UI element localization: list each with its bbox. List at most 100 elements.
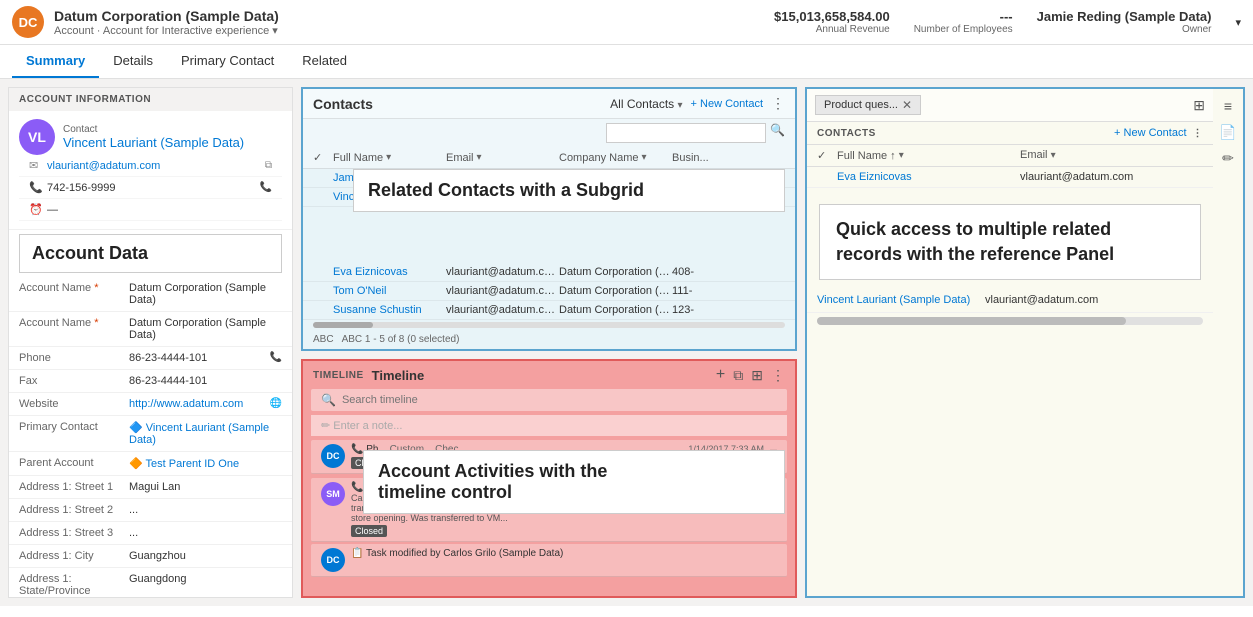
company-info: Datum Corporation (Sample Data) Account … [54,8,279,37]
col-biz[interactable]: Busin... [672,151,785,164]
field-phone: Phone 86-23-4444-101 📞 [9,347,292,370]
phone-action-icon[interactable]: 📞 [260,182,272,193]
nav-tabs: Summary Details Primary Contact Related [0,45,1253,79]
ref-table-row: Eva Eiznicovas vlauriant@adatum.com [807,167,1213,188]
contact-details: Contact Vincent Lauriant (Sample Data) [63,124,244,150]
owner-label: Owner [1182,24,1211,35]
clock-icon: ⏰ [29,203,47,216]
contact-extra-row: ⏰ — [19,199,282,221]
side-icon-list[interactable]: ≡ [1217,95,1239,117]
ref-col-fullname[interactable]: Full Name ↑ ▾ [837,149,1020,162]
timeline-more-icon[interactable]: ⋮ [771,367,785,384]
ti-badge-2: Closed [351,525,387,537]
ti-avatar-sm: SM [321,482,345,506]
field-primary-contact: Primary Contact 🔷 Vincent Lauriant (Samp… [9,416,292,452]
ref-contacts-actions: + New Contact ⋮ [1114,127,1203,139]
contact-extra: — [47,204,272,216]
contacts-toolbar: Contacts All Contacts ▾ + New Contact ⋮ [303,89,795,119]
tab-related[interactable]: Related [288,45,361,78]
ti-title-2: 📞 Ph... [351,482,682,493]
email-action-icon[interactable]: ⧉ [265,160,272,171]
company-avatar: DC [12,6,44,38]
timeline-search-bar: 🔍 [311,389,787,411]
ref-check-col: ✓ [817,149,837,162]
contact-phone: 742-156-9999 [47,182,260,194]
employees-stat: --- Number of Employees [914,9,1013,35]
check-col-header: ✓ [313,151,333,164]
col-email[interactable]: Email ▾ [446,151,559,164]
reference-callout: Quick access to multiple relatedrecords … [819,204,1201,280]
dropdown-icon[interactable]: ▾ [272,25,278,37]
timeline-toolbar: + ⧉ ⊞ ⋮ [716,366,785,384]
ref-tag-close-icon[interactable]: ✕ [902,98,912,112]
side-icon-edit[interactable]: ✏ [1217,147,1239,169]
ti-avatar-dc: DC [321,444,345,468]
ref-grid-view-icon[interactable]: ⊞ [1193,97,1205,114]
field-account-name-1: Account Name * Datum Corporation (Sample… [9,277,292,312]
field-account-name-2: Account Name * Datum Corporation (Sample… [9,312,292,347]
ref-detail-email: vlauriant@adatum.com [985,294,1203,306]
new-contact-button[interactable]: + New Contact [691,98,763,110]
ref-new-contact-button[interactable]: + New Contact [1114,127,1186,139]
contacts-grid-body: James... +96- Vince... 742- Related Cont… [303,169,795,320]
email-icon: ✉ [29,159,47,172]
tab-details[interactable]: Details [99,45,167,78]
ref-scrollbar[interactable] [817,317,1203,325]
filter-icon[interactable]: ⧉ [733,367,743,384]
ref-tag-product[interactable]: Product ques... ✕ [815,95,921,115]
phone-field-icon[interactable]: 📞 [270,352,282,364]
ti-content-3: 📋 Task modified by Carlos Grilo (Sample … [351,548,771,572]
main-content: ACCOUNT INFORMATION VL Contact Vincent L… [0,79,1253,606]
header-dropdown-icon[interactable]: ▾ [1235,16,1241,29]
account-fields: Account Name * Datum Corporation (Sample… [9,277,292,598]
contacts-filter[interactable]: Contacts [313,96,373,112]
field-street1: Address 1: Street 1 Magui Lan [9,476,292,499]
ref-detail-row: Vincent Lauriant (Sample Data) vlauriant… [807,288,1213,313]
timeline-search-input[interactable] [342,394,777,406]
contacts-footer: ABC ABC 1 - 5 of 8 (0 selected) [303,330,795,349]
ref-contact-name[interactable]: Eva Eiznicovas [837,171,1020,183]
ti-content-1: 📞 Ph... Custom... Chec... Closed ...emai… [351,444,682,469]
field-city: Address 1: City Guangzhou [9,545,292,568]
contacts-scrollbar[interactable] [313,322,785,328]
contacts-more-icon[interactable]: ⋮ [771,95,785,112]
all-contacts-filter[interactable]: All Contacts ▾ [610,97,682,111]
ti-expand-icon-2[interactable]: ▾ [770,482,777,537]
add-icon[interactable]: + [716,366,725,384]
ref-section-label: CONTACTS [817,128,876,139]
ti-expand-icon-1[interactable]: ▾ [770,444,777,469]
owner-value: Jamie Reding (Sample Data) [1037,9,1212,24]
list-item: SM 📞 Ph... Called Vincent to discuss his… [311,478,787,542]
timeline-title-text: Timeline [372,368,716,383]
timeline-section-label: TIMELINE [313,370,364,381]
reference-panel: Product ques... ✕ ⊞ CONTACTS + New Conta… [805,87,1245,598]
header-left: DC Datum Corporation (Sample Data) Accou… [12,6,279,38]
search-icon[interactable]: 🔍 [770,123,785,143]
contact-email[interactable]: vlauriant@adatum.com [47,160,265,172]
field-website: Website http://www.adatum.com 🌐 [9,393,292,416]
phone-icon: 📞 [29,181,47,194]
side-icon-page[interactable]: 📄 [1217,121,1239,143]
revenue-value: $15,013,658,584.00 [774,9,890,24]
ref-contacts-more-icon[interactable]: ⋮ [1193,128,1204,139]
note-placeholder: ✏ Enter a note... [321,420,402,432]
ref-col-email[interactable]: Email ▾ [1020,149,1203,162]
owner-stat: Jamie Reding (Sample Data) Owner [1037,9,1212,35]
grid-icon[interactable]: ⊞ [751,367,763,384]
contact-block: VL Contact Vincent Lauriant (Sample Data… [9,111,292,230]
employees-value: --- [1000,9,1013,24]
ref-detail-name[interactable]: Vincent Lauriant (Sample Data) [817,294,977,306]
contact-name[interactable]: Vincent Lauriant (Sample Data) [63,135,244,150]
tab-summary[interactable]: Summary [12,45,99,78]
table-row: Eva Eiznicovas vlauriant@adatum.com Datu… [303,263,795,282]
col-fullname[interactable]: Full Name ▾ [333,151,446,164]
timeline-note-input[interactable]: ✏ Enter a note... [311,415,787,436]
tab-primary-contact[interactable]: Primary Contact [167,45,288,78]
ref-contact-email: vlauriant@adatum.com [1020,171,1203,183]
footer-pagination: ABC 1 - 5 of 8 (0 selected) [342,334,460,345]
contacts-search-input[interactable] [606,123,766,143]
list-item: DC 📋 Task modified by Carlos Grilo (Samp… [311,544,787,577]
website-icon[interactable]: 🌐 [270,398,282,410]
table-row: James... +96- [303,169,795,188]
col-company[interactable]: Company Name ▾ [559,151,672,164]
